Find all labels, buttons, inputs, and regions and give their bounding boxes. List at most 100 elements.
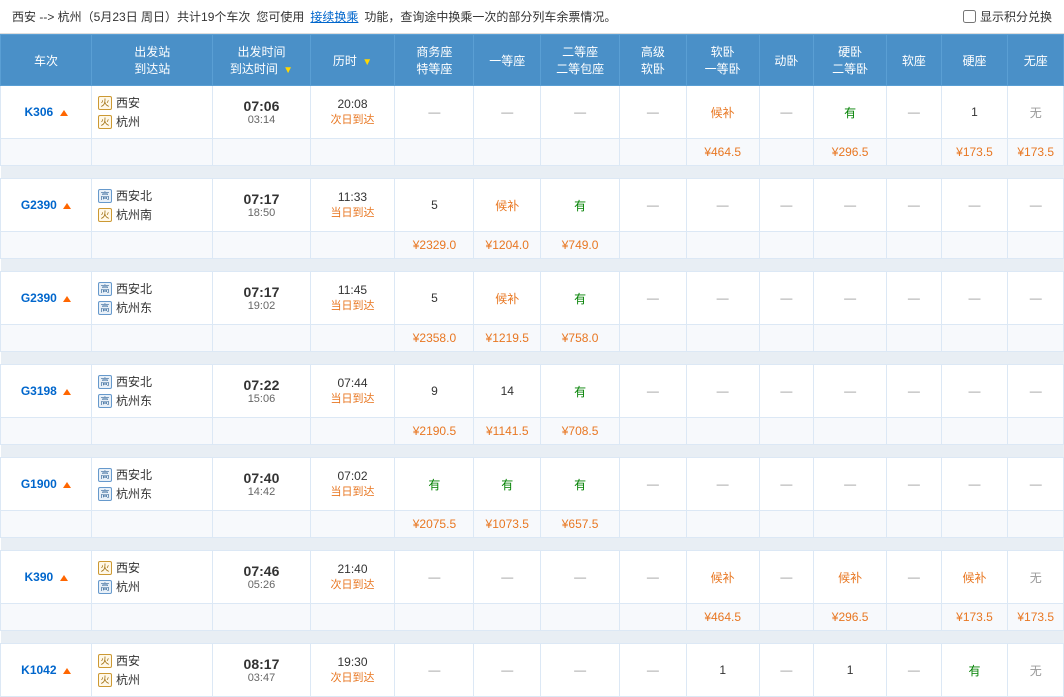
price-hard_second-cell: ¥296.5 — [814, 139, 887, 166]
checkbox-label[interactable]: 显示积分兑换 — [980, 8, 1052, 25]
seat-biz-cell: 5 — [395, 272, 474, 325]
train-table-wrapper: 车次 出发站到达站 出发时间到达时间 ▼ 历时 ▼ 商务座特等座 一等座 二等座… — [0, 34, 1064, 697]
seat-hard-cell: — — [941, 179, 1008, 232]
to-station-name: 杭州东 — [116, 485, 152, 502]
separator-row — [1, 538, 1064, 551]
train-number-cell: G3198 — [1, 365, 92, 418]
duration-value: 11:45 — [315, 283, 391, 297]
seat-dyn-cell: — — [759, 551, 814, 604]
seat-dyn-cell: — — [759, 644, 814, 697]
duration-sort-icon: ▼ — [362, 57, 372, 68]
train-number-link[interactable]: K306 — [25, 105, 54, 119]
time-cell: 07:22 15:06 — [213, 365, 310, 418]
seat-hard-cell: — — [941, 272, 1008, 325]
seat-no-cell: — — [1008, 179, 1064, 232]
duration-cell: 11:45 当日到达 — [310, 272, 395, 325]
from-station-name: 西安 — [116, 94, 140, 111]
train-number-link[interactable]: K1042 — [21, 663, 56, 677]
train-number-link[interactable]: K390 — [25, 570, 54, 584]
expand-arrow-icon[interactable] — [63, 296, 71, 302]
price-hard_second-cell: ¥296.5 — [814, 604, 887, 631]
header-station: 出发站到达站 — [92, 35, 213, 86]
seat-dyn-cell: — — [759, 458, 814, 511]
price-first-cell: ¥1204.0 — [474, 232, 541, 259]
price-second-cell: ¥708.5 — [541, 418, 620, 445]
expand-arrow-icon[interactable] — [63, 203, 71, 209]
header-depart[interactable]: 出发时间到达时间 ▼ — [213, 35, 310, 86]
show-points-checkbox[interactable] — [963, 10, 976, 23]
seat-hard_second-cell: — — [814, 458, 887, 511]
seat-first-cell: — — [474, 551, 541, 604]
from-station-icon: 高 — [98, 468, 112, 482]
seat-hard_second-cell: 有 — [814, 86, 887, 139]
to-station-icon: 火 — [98, 208, 112, 222]
arrive-day: 当日到达 — [315, 483, 391, 499]
depart-time: 07:06 — [217, 98, 305, 114]
seat-second-cell: 有 — [541, 365, 620, 418]
expand-arrow-icon[interactable] — [63, 482, 71, 488]
duration-value: 20:08 — [315, 97, 391, 111]
seat-soft-cell: — — [887, 365, 942, 418]
duration-value: 11:33 — [315, 190, 391, 204]
tip-link[interactable]: 接续换乘 — [310, 8, 358, 25]
expand-arrow-icon[interactable] — [63, 668, 71, 674]
arrive-time: 03:14 — [217, 114, 305, 126]
time-cell: 07:17 19:02 — [213, 272, 310, 325]
to-station-row: 高 杭州 — [98, 578, 208, 595]
duration-cell: 20:08 次日到达 — [310, 86, 395, 139]
to-station-icon: 高 — [98, 301, 112, 315]
from-station-name: 西安 — [116, 652, 140, 669]
train-tbody: K306 火 西安 火 杭州 07:06 03:14 20:08 次日到达 ——… — [1, 86, 1064, 697]
header-train: 车次 — [1, 35, 92, 86]
expand-arrow-icon[interactable] — [60, 575, 68, 581]
price-hard-cell: ¥173.5 — [941, 139, 1008, 166]
from-station-row: 高 西安北 — [98, 280, 208, 297]
price-row: ¥2329.0¥1204.0¥749.0 — [1, 232, 1064, 259]
to-station-name: 杭州东 — [116, 392, 152, 409]
arrive-time: 03:47 — [217, 672, 305, 684]
train-number-link[interactable]: G2390 — [21, 198, 57, 212]
route-info: 西安 --> 杭州（5月23日 周日）共计19个车次 您可使用 接续换乘 功能，… — [12, 8, 616, 25]
depart-time: 08:17 — [217, 656, 305, 672]
depart-time: 07:17 — [217, 284, 305, 300]
from-station-row: 火 西安 — [98, 94, 208, 111]
seat-hard_second-cell: 1 — [814, 644, 887, 697]
train-number-link[interactable]: G1900 — [21, 477, 57, 491]
header-hard-second: 硬卧二等卧 — [814, 35, 887, 86]
depart-time: 07:46 — [217, 563, 305, 579]
expand-arrow-icon[interactable] — [63, 389, 71, 395]
train-number-cell: K390 — [1, 551, 92, 604]
train-number-link[interactable]: G2390 — [21, 291, 57, 305]
seat-hard-cell: — — [941, 365, 1008, 418]
price-biz-cell: ¥2190.5 — [395, 418, 474, 445]
from-station-name: 西安北 — [116, 466, 152, 483]
separator-row — [1, 445, 1064, 458]
train-number-cell: G2390 — [1, 179, 92, 232]
header-second: 二等座二等包座 — [541, 35, 620, 86]
header-adv-soft: 高级软卧 — [620, 35, 687, 86]
seat-biz-cell: 有 — [395, 458, 474, 511]
from-station-name: 西安北 — [116, 280, 152, 297]
seat-no-cell: — — [1008, 365, 1064, 418]
from-station-icon: 高 — [98, 282, 112, 296]
arrive-day: 当日到达 — [315, 297, 391, 313]
from-station-icon: 火 — [98, 96, 112, 110]
train-number-link[interactable]: G3198 — [21, 384, 57, 398]
to-station-name: 杭州东 — [116, 299, 152, 316]
table-row: G2390 高 西安北 高 杭州东 07:17 19:02 11:45 当日到达… — [1, 272, 1064, 325]
route-text: 西安 --> 杭州（5月23日 周日）共计19个车次 — [12, 8, 250, 25]
expand-arrow-icon[interactable] — [60, 110, 68, 116]
seat-no-cell: — — [1008, 458, 1064, 511]
seat-biz-cell: — — [395, 86, 474, 139]
train-table: 车次 出发站到达站 出发时间到达时间 ▼ 历时 ▼ 商务座特等座 一等座 二等座… — [0, 34, 1064, 697]
price-second-cell: ¥657.5 — [541, 511, 620, 538]
arrive-day: 当日到达 — [315, 204, 391, 220]
seat-hard-cell: — — [941, 458, 1008, 511]
header-soft: 软座 — [887, 35, 942, 86]
from-station-row: 高 西安北 — [98, 373, 208, 390]
seat-second-cell: 有 — [541, 458, 620, 511]
seat-biz-cell: 9 — [395, 365, 474, 418]
header-duration[interactable]: 历时 ▼ — [310, 35, 395, 86]
checkbox-area: 显示积分兑换 — [963, 8, 1052, 25]
station-cell: 火 西安 高 杭州 — [92, 551, 213, 604]
